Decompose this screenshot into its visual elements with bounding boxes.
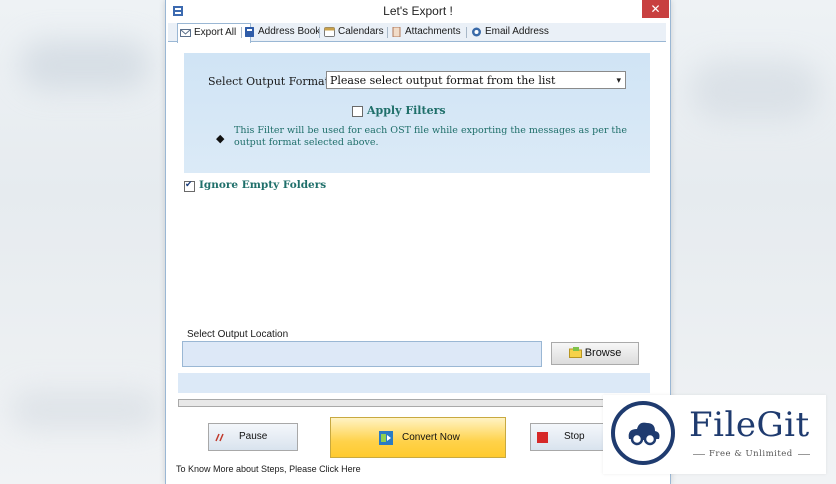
format-panel: Select Output Format Please select outpu…: [184, 53, 650, 173]
tagline-rule: [693, 454, 705, 455]
ignore-empty-label: Ignore Empty Folders: [199, 179, 327, 191]
paperclip-icon: [392, 27, 401, 37]
stop-button[interactable]: Stop: [530, 423, 610, 451]
ignore-empty-checkbox[interactable]: [184, 179, 195, 192]
title-bar: Let's Export ! ✕: [166, 0, 670, 23]
at-icon: [472, 27, 481, 37]
stop-icon: [537, 432, 548, 443]
calendar-icon: [324, 27, 335, 37]
cloud-glasses-icon: [628, 422, 660, 446]
apply-filters-label: Apply Filters: [367, 104, 446, 117]
filegit-watermark: FileGit Free & Unlimited: [603, 395, 826, 474]
tab-export-all[interactable]: Export All: [177, 23, 251, 43]
output-location-input[interactable]: [182, 341, 542, 367]
convert-now-button[interactable]: Convert Now: [330, 417, 506, 458]
tab-label: Email Address: [485, 26, 549, 37]
browse-label: Browse: [584, 347, 622, 359]
tagline-rule: [798, 454, 810, 455]
tab-separator: [387, 27, 388, 38]
convert-icon: [379, 431, 393, 445]
envelope-icon: [180, 29, 191, 37]
convert-label: Convert Now: [402, 432, 460, 443]
export-window: Let's Export ! ✕ Export All Address Book…: [165, 0, 671, 484]
tab-attachments[interactable]: Attachments: [389, 23, 461, 41]
background-blur: [10, 390, 160, 430]
chevron-down-icon: ▾: [616, 76, 621, 86]
tab-label: Address Book: [258, 26, 321, 37]
pause-button[interactable]: Pause: [208, 423, 298, 451]
browse-button[interactable]: Browse: [551, 342, 639, 365]
apply-filters-checkbox[interactable]: [352, 106, 363, 117]
close-button[interactable]: ✕: [642, 0, 669, 18]
tab-label: Attachments: [405, 26, 461, 37]
pause-icon: [215, 433, 224, 442]
background-blur: [690, 60, 820, 120]
format-select[interactable]: Please select output format from the lis…: [326, 71, 626, 89]
tab-email-address[interactable]: Email Address: [469, 23, 549, 41]
progress-bar: [178, 399, 650, 407]
tab-separator: [466, 27, 467, 38]
help-link[interactable]: To Know More about Steps, Please Click H…: [176, 464, 361, 474]
tab-bar: Export All Address Book Calendars Attach…: [168, 23, 666, 43]
bullet-diamond-icon: ◆: [216, 133, 225, 145]
format-select-value: Please select output format from the lis…: [330, 74, 556, 87]
filegit-name: FileGit: [689, 405, 810, 445]
folder-icon: [568, 347, 582, 358]
status-strip: [178, 373, 650, 393]
window-title: Let's Export !: [383, 4, 453, 18]
background-blur: [20, 40, 150, 90]
tab-separator: [319, 27, 320, 38]
filter-note: This Filter will be used for each OST fi…: [234, 125, 627, 148]
stop-label: Stop: [564, 431, 585, 442]
filegit-tagline: Free & Unlimited: [709, 449, 793, 459]
tab-address-book[interactable]: Address Book: [242, 23, 320, 41]
address-book-icon: [245, 27, 254, 37]
format-label: Select Output Format: [208, 75, 330, 88]
tab-label: Export All: [194, 27, 237, 38]
location-label: Select Output Location: [187, 329, 289, 340]
tab-calendars[interactable]: Calendars: [322, 23, 384, 41]
pause-label: Pause: [239, 431, 268, 442]
tab-label: Calendars: [338, 26, 384, 37]
filegit-logo-icon: [611, 401, 675, 465]
